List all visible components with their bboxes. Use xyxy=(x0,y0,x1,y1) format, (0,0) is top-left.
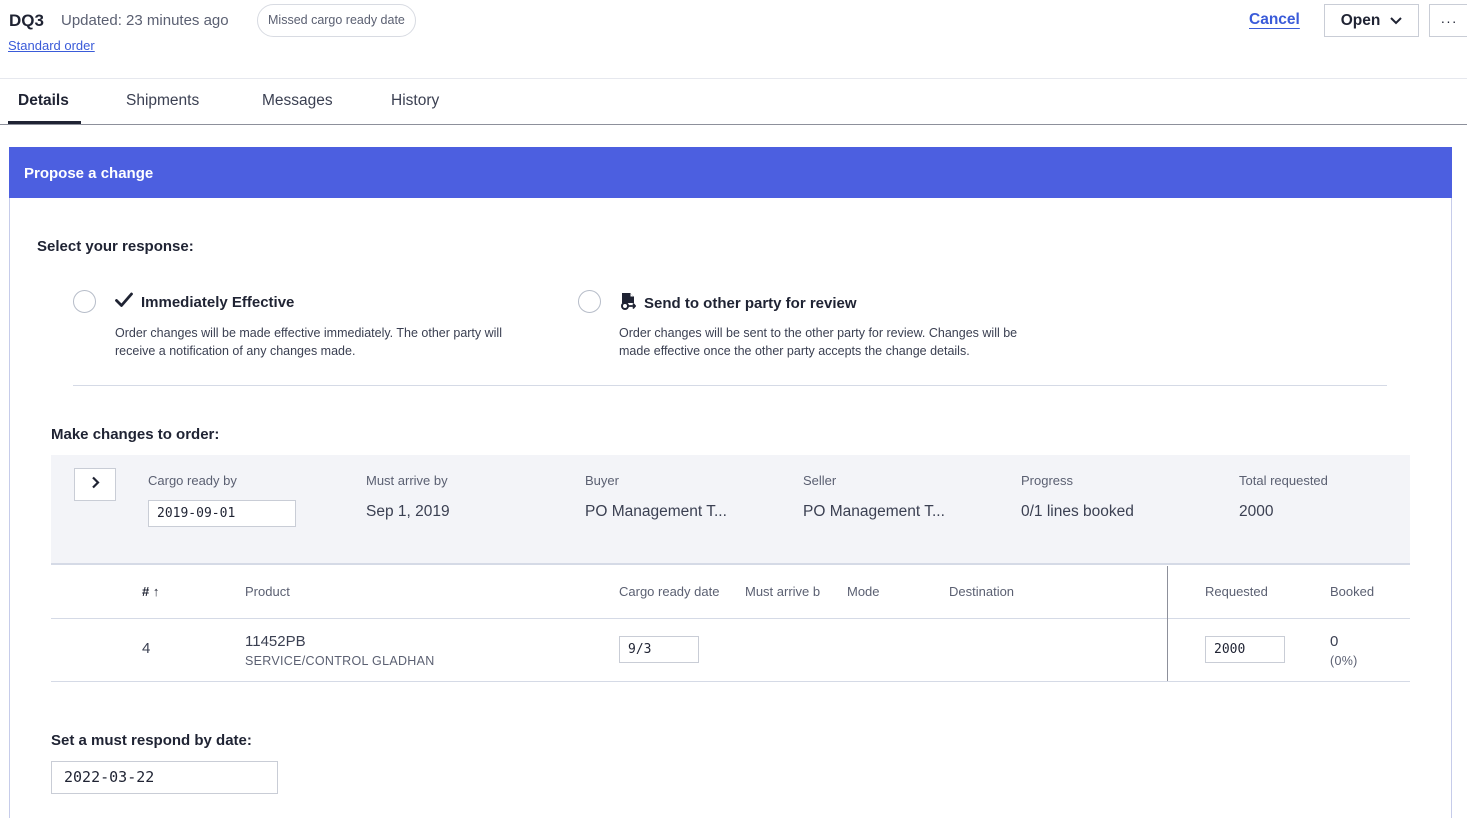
option-description-line: Order changes will be sent to the other … xyxy=(619,326,1018,340)
option-description-line: Order changes will be made effective imm… xyxy=(115,326,502,340)
changes-section-label: Make changes to order: xyxy=(51,426,220,443)
option-description-line: made effective once the other party acce… xyxy=(619,344,970,358)
must-arrive-label: Must arrive by xyxy=(366,473,448,488)
product-description: SERVICE/CONTROL GLADHAN xyxy=(245,654,435,668)
status-dropdown[interactable]: Open xyxy=(1324,4,1419,37)
table-bottom-divider xyxy=(51,681,1410,682)
respond-by-date-input[interactable]: 2022-03-22 xyxy=(51,761,278,794)
column-header-mode[interactable]: Mode xyxy=(847,584,880,599)
tab-shipments[interactable]: Shipments xyxy=(126,92,199,110)
option-send-for-review-description: Order changes will be sent to the other … xyxy=(619,324,1017,360)
product-code: 11452PB xyxy=(245,633,306,650)
order-id: DQ3 xyxy=(9,11,44,30)
column-header-must-arrive[interactable]: Must arrive b xyxy=(745,584,825,599)
option-description-line: receive a notification of any changes ma… xyxy=(115,344,356,358)
panel-header xyxy=(9,147,1452,198)
cancel-button[interactable]: Cancel xyxy=(1249,11,1300,29)
row-requested-input[interactable]: 2000 xyxy=(1205,636,1285,663)
seller-label: Seller xyxy=(803,473,837,488)
panel-title: Propose a change xyxy=(24,165,154,182)
cargo-ready-input[interactable]: 2019-09-01 xyxy=(148,500,296,527)
option-immediately-effective-description: Order changes will be made effective imm… xyxy=(115,324,502,360)
chevron-right-icon xyxy=(91,476,100,493)
option-title-label: Immediately Effective xyxy=(141,293,295,311)
options-divider xyxy=(73,385,1387,386)
respond-by-label: Set a must respond by date: xyxy=(51,732,252,749)
check-icon xyxy=(115,292,133,312)
buyer-label: Buyer xyxy=(585,473,619,488)
total-requested-value: 2000 xyxy=(1239,503,1274,520)
document-review-icon xyxy=(620,292,637,314)
column-header-number[interactable]: # ↑ xyxy=(142,584,159,599)
progress-value: 0/1 lines booked xyxy=(1021,503,1134,520)
option-title-label: Send to other party for review xyxy=(644,294,857,312)
response-section-label: Select your response: xyxy=(37,238,194,255)
active-tab-indicator xyxy=(8,121,81,124)
seller-value: PO Management T... xyxy=(803,503,945,520)
column-header-booked[interactable]: Booked xyxy=(1330,584,1374,599)
tab-bar: Details Shipments Messages History xyxy=(0,79,1467,125)
total-requested-label: Total requested xyxy=(1239,473,1328,488)
column-header-product[interactable]: Product xyxy=(245,584,290,599)
row-booked-percent: (0%) xyxy=(1330,654,1358,668)
buyer-value: PO Management T... xyxy=(585,503,727,520)
order-type-link[interactable]: Standard order xyxy=(8,38,95,53)
tab-messages[interactable]: Messages xyxy=(262,92,333,110)
radio-send-for-review[interactable] xyxy=(578,290,601,313)
row-number: 4 xyxy=(142,640,151,657)
tab-details[interactable]: Details xyxy=(18,92,69,110)
updated-timestamp: Updated: 23 minutes ago xyxy=(61,12,229,29)
option-immediately-effective-title: Immediately Effective xyxy=(115,292,294,312)
radio-immediately-effective[interactable] xyxy=(73,290,96,313)
chevron-down-icon xyxy=(1390,13,1403,28)
must-arrive-value: Sep 1, 2019 xyxy=(366,503,450,520)
option-send-for-review-title: Send to other party for review xyxy=(620,292,857,314)
status-badge: Missed cargo ready date xyxy=(257,4,416,37)
column-header-destination[interactable]: Destination xyxy=(949,584,1014,599)
tab-history[interactable]: History xyxy=(391,92,439,110)
cargo-ready-label: Cargo ready by xyxy=(148,473,237,488)
status-dropdown-label: Open xyxy=(1340,11,1381,29)
row-booked-value: 0 xyxy=(1330,633,1339,650)
ellipsis-icon: ··· xyxy=(1440,12,1458,29)
more-options-button[interactable]: ··· xyxy=(1429,4,1467,37)
column-header-requested[interactable]: Requested xyxy=(1205,584,1268,599)
row-cargo-ready-input[interactable]: 9/3 xyxy=(619,636,699,663)
expand-button[interactable] xyxy=(74,468,116,501)
progress-label: Progress xyxy=(1021,473,1074,488)
column-separator xyxy=(1167,566,1168,682)
table-header-divider xyxy=(51,618,1410,619)
column-header-cargo-ready[interactable]: Cargo ready date xyxy=(619,584,723,599)
